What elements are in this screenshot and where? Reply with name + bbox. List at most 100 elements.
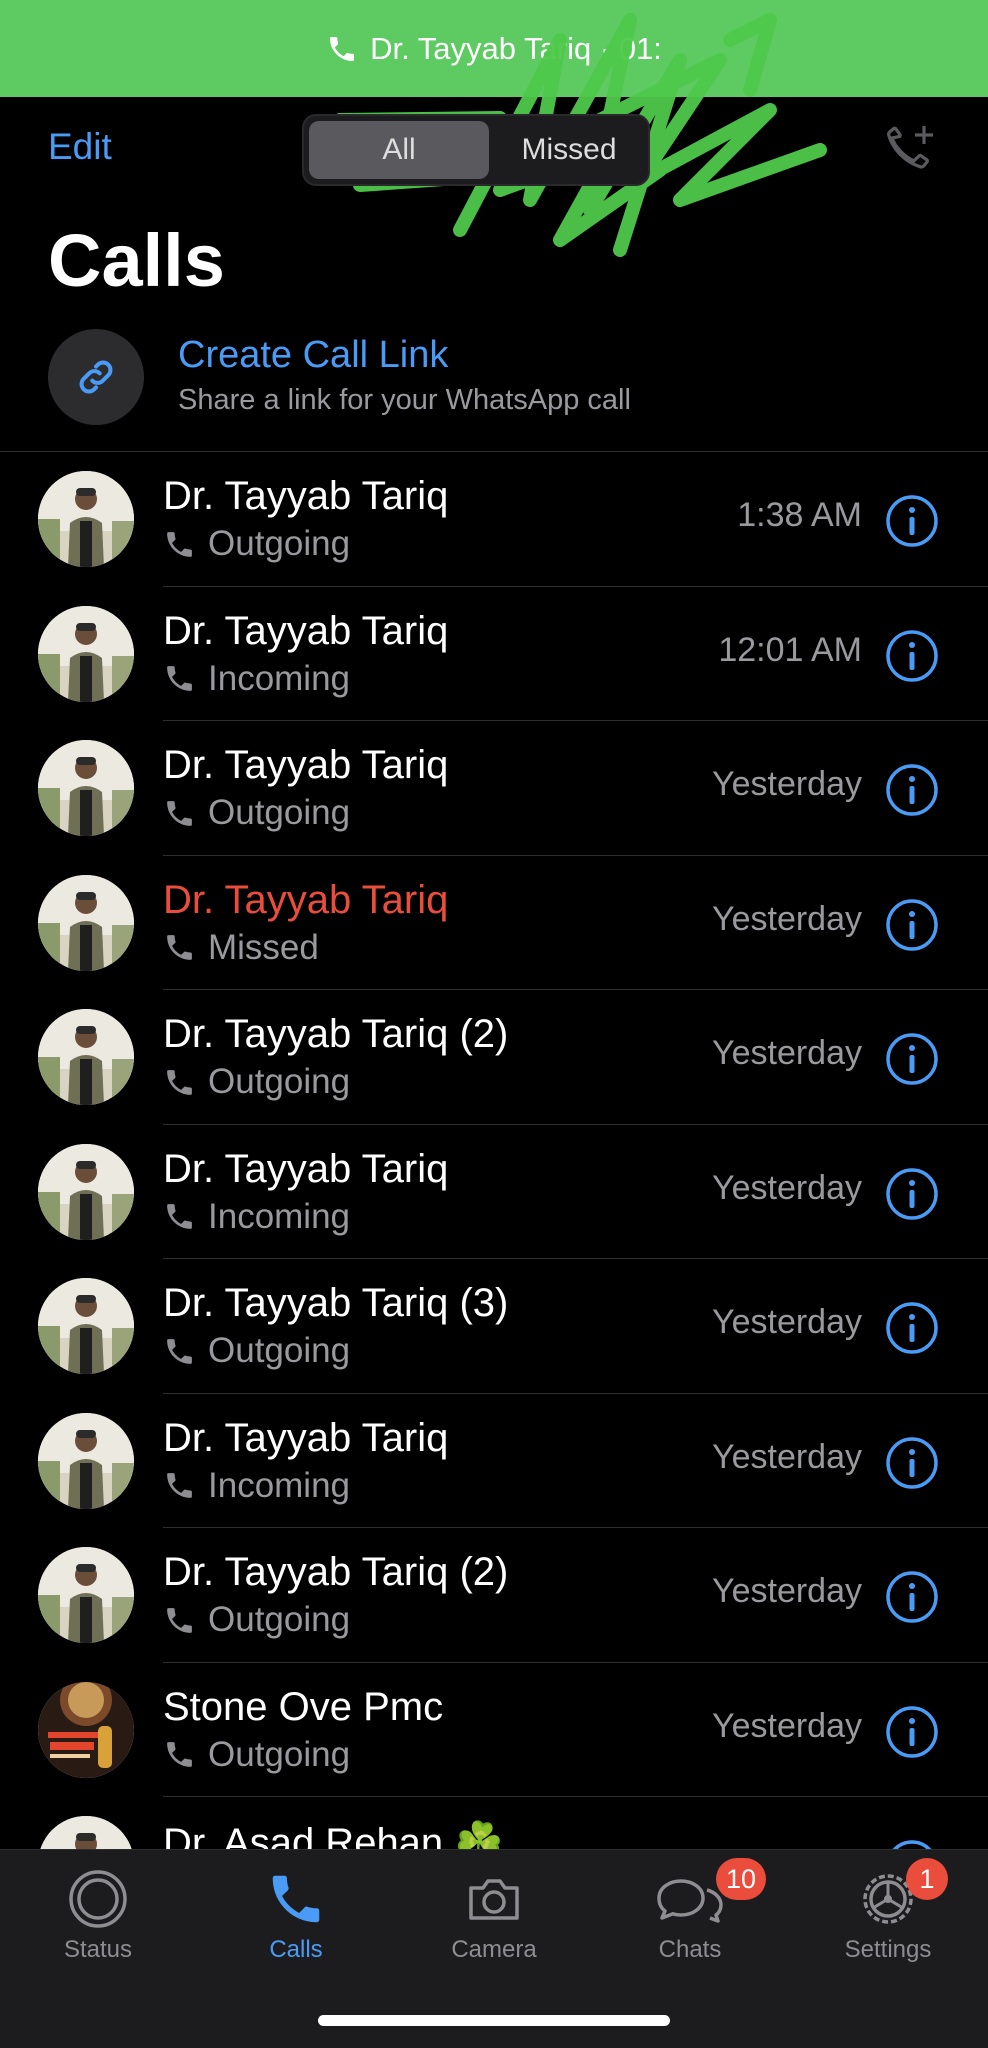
contact-name: Dr. Tayyab Tariq xyxy=(163,608,449,653)
call-type: Incoming xyxy=(163,1197,350,1237)
avatar xyxy=(38,1412,134,1509)
call-row[interactable]: Dr. Tayyab Tariq (3) Outgoing Yesterday xyxy=(0,1259,988,1394)
link-icon xyxy=(79,360,113,394)
contact-avatar-image xyxy=(38,1547,134,1643)
info-icon[interactable] xyxy=(885,494,939,548)
call-type: Outgoing xyxy=(163,524,350,564)
contact-name: Stone Ove Pmc xyxy=(163,1684,444,1729)
contact-avatar-image xyxy=(38,605,134,702)
call-type-label: Outgoing xyxy=(208,1331,351,1370)
call-type: Outgoing xyxy=(163,1735,350,1775)
segment-missed[interactable]: Missed xyxy=(494,121,644,179)
phone-icon xyxy=(167,531,192,557)
phone-icon xyxy=(167,1607,192,1633)
tab-chats-label: Chats xyxy=(658,1936,722,1963)
call-type-label: Outgoing xyxy=(208,793,351,832)
contact-avatar-image xyxy=(38,471,134,567)
call-time: Yesterday xyxy=(712,765,862,803)
link-icon-circle xyxy=(48,329,144,425)
tab-camera[interactable]: Camera xyxy=(414,1868,574,1964)
chats-unread-badge: 10 xyxy=(716,1858,767,1900)
call-row[interactable]: Dr. Tayyab Tariq (2) Outgoing Yesterday xyxy=(0,990,988,1125)
info-icon[interactable] xyxy=(885,898,939,952)
call-type: Outgoing xyxy=(163,1331,350,1371)
call-row[interactable]: Dr. Tayyab Tariq Missed Yesterday xyxy=(0,856,988,990)
call-row[interactable]: Stone Ove Pmc Outgoing Yesterday xyxy=(0,1663,988,1797)
create-call-link-subtitle: Share a link for your WhatsApp call xyxy=(178,384,631,416)
edit-button[interactable]: Edit xyxy=(48,126,112,168)
call-row[interactable]: Dr. Tayyab Tariq Incoming Yesterday xyxy=(0,1394,988,1528)
page-title: Calls xyxy=(48,219,225,302)
call-time: Yesterday xyxy=(712,1034,862,1072)
contact-name: Dr. Tayyab Tariq xyxy=(163,1415,449,1460)
info-icon[interactable] xyxy=(885,1301,939,1355)
info-icon[interactable] xyxy=(885,1032,939,1086)
phone-icon xyxy=(330,36,355,61)
phone-icon xyxy=(167,1204,192,1229)
contact-avatar-image xyxy=(38,1009,134,1105)
contact-avatar-image xyxy=(38,874,134,971)
call-type: Outgoing xyxy=(163,793,350,833)
contact-avatar-image xyxy=(38,1143,134,1240)
new-call-icon[interactable] xyxy=(880,120,940,180)
info-icon[interactable] xyxy=(885,1705,939,1759)
tab-chats[interactable]: Chats 10 xyxy=(610,1858,770,1964)
call-time: Yesterday xyxy=(712,1437,862,1476)
call-time: Yesterday xyxy=(712,899,862,938)
status-icon xyxy=(69,1870,127,1928)
active-call-banner[interactable]: Dr. Tayyab Tariq · 01: xyxy=(0,0,988,97)
call-row[interactable]: Dr. Tayyab Tariq Outgoing Yesterday xyxy=(0,721,988,856)
tab-settings-label: Settings xyxy=(844,1936,932,1963)
contact-avatar-image xyxy=(38,1278,134,1374)
call-row[interactable]: Dr. Tayyab Tariq Incoming Yesterday xyxy=(0,1125,988,1259)
avatar xyxy=(38,1278,134,1374)
contact-name: Dr. Tayyab Tariq xyxy=(163,474,449,518)
info-icon[interactable] xyxy=(885,629,939,683)
contact-name: Dr. Tayyab Tariq xyxy=(163,1146,449,1191)
call-type: Missed xyxy=(163,928,319,968)
call-time: Yesterday xyxy=(712,1303,862,1341)
call-type: Outgoing xyxy=(163,1600,350,1640)
info-icon[interactable] xyxy=(885,1570,939,1624)
call-type-label: Incoming xyxy=(208,1465,351,1505)
info-icon[interactable] xyxy=(885,763,939,817)
call-type-label: Outgoing xyxy=(208,1062,351,1101)
create-call-link-title: Create Call Link xyxy=(178,334,449,376)
tab-calls-label: Calls xyxy=(269,1936,323,1963)
avatar xyxy=(38,874,134,971)
phone-icon xyxy=(167,1338,192,1364)
info-icon[interactable] xyxy=(885,1167,939,1221)
call-type-label: Outgoing xyxy=(208,1734,351,1774)
call-row[interactable]: Dr. Tayyab Tariq (2) Outgoing Yesterday xyxy=(0,1528,988,1663)
call-time: 1:38 AM xyxy=(737,496,862,534)
contact-name: Dr. Tayyab Tariq (3) xyxy=(163,1281,509,1325)
avatar xyxy=(38,605,134,702)
call-type-label: Outgoing xyxy=(208,524,351,563)
info-icon[interactable] xyxy=(885,1436,939,1490)
call-time: 12:01 AM xyxy=(718,630,862,669)
call-type-label: Incoming xyxy=(208,1196,351,1236)
settings-badge: 1 xyxy=(906,1858,948,1900)
phone-icon xyxy=(167,935,192,960)
tab-settings[interactable]: Settings 1 xyxy=(808,1858,968,1964)
create-call-link-row[interactable]: Create Call Link Share a link for your W… xyxy=(0,322,988,452)
active-call-label: Dr. Tayyab Tariq · 01: xyxy=(370,30,662,66)
calls-filter-segmented-control: All Missed xyxy=(302,114,650,186)
call-row[interactable]: Dr. Tayyab Tariq Incoming 12:01 AM xyxy=(0,587,988,721)
phone-icon xyxy=(167,666,192,691)
segment-all[interactable]: All xyxy=(309,121,489,179)
call-time: Yesterday xyxy=(712,1706,862,1745)
call-time: Yesterday xyxy=(712,1168,862,1207)
contact-name: Dr. Tayyab Tariq xyxy=(163,877,449,922)
contact-name: Dr. Tayyab Tariq (2) xyxy=(163,1012,509,1056)
call-type: Incoming xyxy=(163,659,350,699)
call-type: Outgoing xyxy=(163,1062,350,1102)
avatar xyxy=(38,471,134,567)
phone-icon xyxy=(167,1742,192,1767)
tab-calls[interactable]: Calls xyxy=(216,1868,376,1964)
tab-status[interactable]: Status xyxy=(18,1868,178,1964)
call-row[interactable]: Dr. Tayyab Tariq Outgoing 1:38 AM xyxy=(0,452,988,587)
camera-icon xyxy=(469,1879,519,1920)
call-type-label: Outgoing xyxy=(208,1600,351,1639)
phone-icon xyxy=(272,1875,320,1923)
